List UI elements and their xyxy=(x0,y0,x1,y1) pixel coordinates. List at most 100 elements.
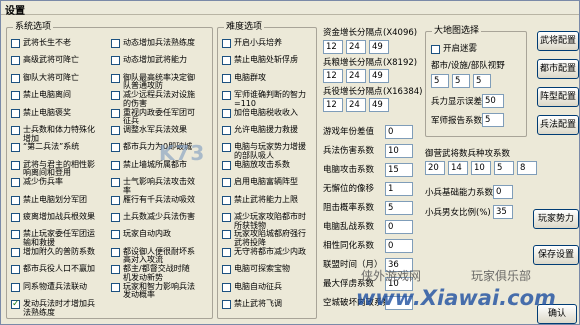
system-option-b-12[interactable]: 都设御人便很耐坏系高对入攻流 xyxy=(111,247,197,265)
difficulty-option-12-box[interactable] xyxy=(222,247,231,257)
system-option-b-11[interactable]: 玩家自动内政 xyxy=(111,230,197,240)
system-option-b-1-box[interactable] xyxy=(111,56,120,66)
system-option-12[interactable]: 增加附久的普防系数 xyxy=(11,247,97,257)
system-option-b-9-box[interactable] xyxy=(111,195,120,205)
player-force-button[interactable]: 玩家势力 xyxy=(533,209,579,229)
system-option-14-box[interactable] xyxy=(11,282,20,292)
system-option-b-10-box[interactable] xyxy=(111,213,120,222)
system-option-b-1[interactable]: 动态增加武将能力 xyxy=(111,56,197,66)
system-option-8-box[interactable] xyxy=(11,178,20,188)
system-option-10[interactable]: 疲离增加战兵根效果 xyxy=(11,212,97,222)
difficulty-option-15[interactable]: 禁止武将飞调 xyxy=(222,299,308,309)
fog-checkbox[interactable]: 开启迷雾 xyxy=(431,45,477,54)
difficulty-option-10-box[interactable] xyxy=(222,213,231,222)
system-option-14[interactable]: 同系物遭兵法联动 xyxy=(11,282,97,292)
troops-growth-input-1[interactable]: 12 xyxy=(323,98,343,112)
system-option-11[interactable]: 禁止玩家委任军团运输和救援 xyxy=(11,230,97,247)
system-option-1[interactable]: 高级武将可降亡 xyxy=(11,56,97,66)
formation-config-button[interactable]: 阵型配置 xyxy=(537,87,579,107)
difficulty-option-13-box[interactable] xyxy=(222,265,231,275)
system-option-b-12-box[interactable] xyxy=(111,247,120,257)
system-option-7[interactable]: 武将与君主的相性影响离间和登用 xyxy=(11,160,97,178)
difficulty-option-14-box[interactable] xyxy=(222,282,231,292)
system-option-4-box[interactable] xyxy=(11,108,20,118)
difficulty-option-11[interactable]: 玩家攻陷城都府强行武将投降 xyxy=(222,230,308,247)
difficulty-option-3[interactable]: 军师谁确判断的智力=110 xyxy=(222,90,308,108)
difficulty-option-9-box[interactable] xyxy=(222,195,231,205)
save-settings-button[interactable]: 保存设置 xyxy=(533,245,579,265)
difficulty-option-10[interactable]: 减少玩家攻陷都市时所获钱物 xyxy=(222,212,308,230)
difficulty-option-13[interactable]: 电脑可探索宝物 xyxy=(222,265,308,275)
system-option-b-6-box[interactable] xyxy=(111,143,120,153)
grain-growth-input-3[interactable]: 49 xyxy=(369,69,389,83)
system-option-13-box[interactable] xyxy=(11,265,20,275)
system-option-b-0[interactable]: 动态增加兵法熟练度 xyxy=(111,38,197,48)
system-option-0-box[interactable] xyxy=(11,39,20,48)
system-option-9-box[interactable] xyxy=(11,195,20,205)
guild-input-4[interactable]: 5 xyxy=(494,161,514,175)
difficulty-option-2-box[interactable] xyxy=(222,73,231,83)
vision-input-facility[interactable]: 5 xyxy=(452,74,470,88)
system-option-b-10[interactable]: 土兵数减少兵法伤害 xyxy=(111,212,197,222)
system-option-b-4[interactable]: 重视内政委任军团可征兵 xyxy=(111,108,197,126)
system-option-b-9[interactable]: 雁行有千兵法动吸效 xyxy=(111,195,197,205)
system-option-3-box[interactable] xyxy=(11,91,20,101)
difficulty-option-3-box[interactable] xyxy=(222,91,231,101)
system-option-b-8[interactable]: 士气影响兵法攻击效率 xyxy=(111,177,197,195)
param-input-4[interactable]: 5 xyxy=(385,201,413,215)
difficulty-option-0[interactable]: 开启小兵培养 xyxy=(222,38,308,48)
system-option-b-5[interactable]: 调整水军兵法效果 xyxy=(111,125,197,135)
system-option-2-box[interactable] xyxy=(11,73,20,83)
system-option-10-box[interactable] xyxy=(11,213,20,222)
system-option-b-14-box[interactable] xyxy=(111,282,120,292)
difficulty-option-11-box[interactable] xyxy=(222,230,231,240)
difficulty-option-2[interactable]: 电脑群攻 xyxy=(222,73,308,83)
param-input-0[interactable]: 0 xyxy=(385,125,413,139)
system-option-b-14[interactable]: 玩家和智力影响兵法发动概率 xyxy=(111,282,197,300)
difficulty-option-12[interactable]: 无守将都市减少内政 xyxy=(222,247,308,257)
difficulty-option-0-box[interactable] xyxy=(222,39,231,48)
system-option-8[interactable]: 减少伤兵率 xyxy=(11,178,97,188)
param-input-3[interactable]: 1 xyxy=(385,182,413,196)
fog-box[interactable] xyxy=(431,45,440,54)
guild-input-5[interactable]: 8 xyxy=(517,161,537,175)
difficulty-option-5[interactable]: 允许电脑援力救援 xyxy=(222,125,308,135)
tactics-config-button[interactable]: 兵法配置 xyxy=(537,115,579,135)
system-option-15[interactable]: 发动兵法时才增加兵法熟练度 xyxy=(11,299,97,317)
difficulty-option-9[interactable]: 禁止武将能力上限 xyxy=(222,195,308,205)
display-error-input[interactable]: 50 xyxy=(482,94,504,108)
param-input-5[interactable]: 0 xyxy=(385,220,413,234)
system-option-b-13[interactable]: 都主/都督交战时随机发动新势 xyxy=(111,264,197,282)
param-input-2[interactable]: 15 xyxy=(385,163,413,177)
funds-growth-input-1[interactable]: 12 xyxy=(323,40,343,54)
funds-growth-input-2[interactable]: 24 xyxy=(346,40,366,54)
difficulty-option-15-box[interactable] xyxy=(222,300,231,309)
system-option-b-4-box[interactable] xyxy=(111,108,120,118)
difficulty-option-4[interactable]: 加倍电脑税收收入 xyxy=(222,108,308,118)
difficulty-option-14[interactable]: 电脑自动征兵 xyxy=(222,282,308,292)
system-option-3[interactable]: 禁止电脑离间 xyxy=(11,91,97,101)
system-option-b-11-box[interactable] xyxy=(111,230,120,240)
funds-growth-input-3[interactable]: 49 xyxy=(369,40,389,54)
city-config-button[interactable]: 都市配置 xyxy=(537,59,579,79)
system-option-12-box[interactable] xyxy=(11,247,20,257)
system-option-b-2-box[interactable] xyxy=(111,73,120,83)
system-option-15-box[interactable] xyxy=(11,299,20,309)
guild-input-2[interactable]: 14 xyxy=(448,161,468,175)
difficulty-option-8-box[interactable] xyxy=(222,178,231,188)
system-option-b-7-box[interactable] xyxy=(111,160,120,170)
system-option-b-3[interactable]: 减少远程兵法对设施的伤害 xyxy=(111,90,197,108)
guild-input-1[interactable]: 20 xyxy=(425,161,445,175)
param-input-6[interactable]: 0 xyxy=(385,239,413,253)
vision-input-city[interactable]: 5 xyxy=(431,74,449,88)
system-option-5[interactable]: 士兵数和体力特殊化增加 xyxy=(11,125,97,143)
system-option-7-box[interactable] xyxy=(11,160,20,170)
system-option-11-box[interactable] xyxy=(11,230,20,240)
system-option-0[interactable]: 武将长生不老 xyxy=(11,38,97,48)
guild-input-3[interactable]: 10 xyxy=(471,161,491,175)
system-option-6[interactable]: “第二兵法”系统 xyxy=(11,143,97,153)
system-option-2[interactable]: 御队大将可降亡 xyxy=(11,73,97,83)
param-input-1[interactable]: 10 xyxy=(385,144,413,158)
system-option-9[interactable]: 禁止电脑划分军团 xyxy=(11,195,97,205)
system-option-1-box[interactable] xyxy=(11,56,20,66)
